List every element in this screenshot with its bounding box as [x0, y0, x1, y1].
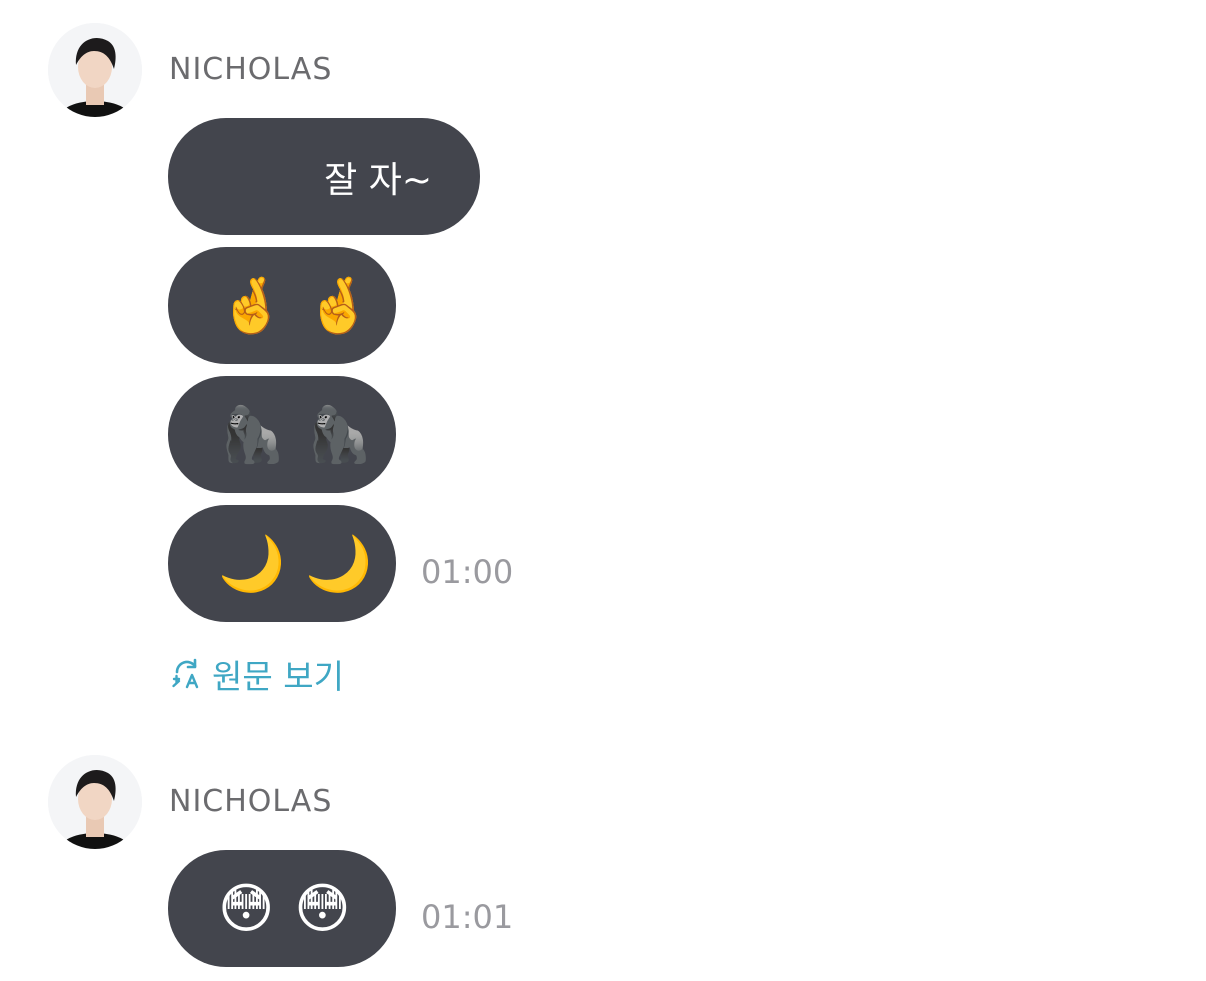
sender-name: NICHOLAS [169, 52, 333, 87]
crescent-moon-emoji-icon: 🌙 [218, 531, 286, 595]
avatar-portrait-icon [48, 755, 142, 849]
message-timestamp: 01:01 [421, 898, 514, 936]
walking-ape-emoji-icon: 🦍 [218, 402, 286, 466]
crescent-moon-emoji-icon: 🌙 [305, 531, 373, 595]
message-text: 잘 자~ [324, 159, 432, 201]
sender-name: NICHOLAS [169, 784, 333, 819]
message-bubble[interactable]: 🤞 🤞 [168, 247, 396, 364]
flushed-face-emoji-icon: 😳 [218, 876, 275, 940]
avatar[interactable] [48, 23, 142, 117]
translate-refresh-icon [172, 658, 199, 689]
flushed-face-emoji-icon: 😳 [294, 876, 351, 940]
crossed-fingers-emoji-icon: 🤞 [305, 273, 373, 337]
crossed-fingers-emoji-icon: 🤞 [218, 273, 286, 337]
message-timestamp: 01:00 [421, 553, 514, 591]
view-original-link[interactable]: 원문 보기 [170, 650, 344, 698]
message-bubble[interactable]: 🦍 🦍 [168, 376, 396, 493]
message-bubble[interactable]: 🌙 🌙 [168, 505, 396, 622]
message-bubble[interactable]: 잘 자~ [168, 118, 480, 235]
message-bubble[interactable]: 😳 😳 [168, 850, 396, 967]
view-original-label: 원문 보기 [212, 657, 344, 696]
avatar[interactable] [48, 755, 142, 849]
walking-ape-emoji-icon: 🦍 [305, 402, 373, 466]
avatar-portrait-icon [48, 23, 142, 117]
